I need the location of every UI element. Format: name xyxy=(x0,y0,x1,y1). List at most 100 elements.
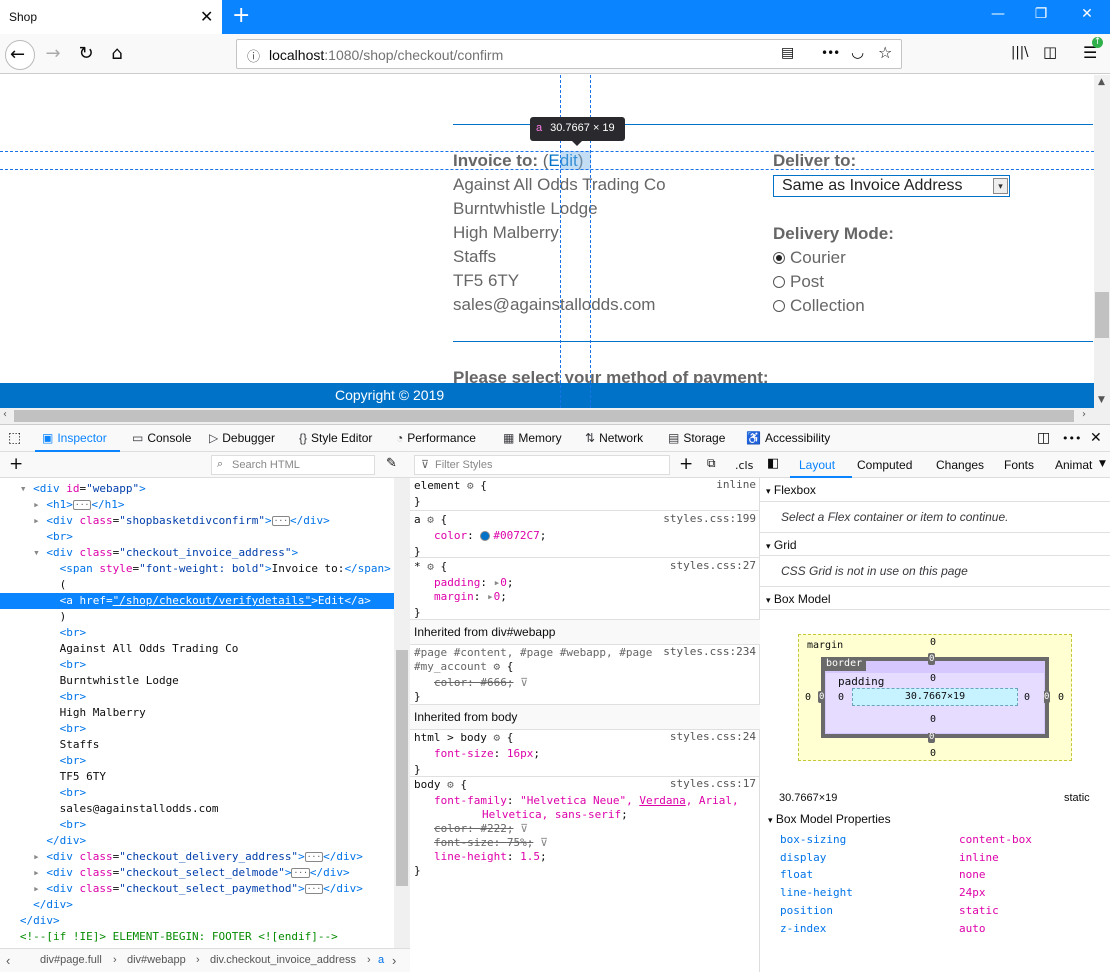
markup-line[interactable]: ▸ <div class="checkout_select_delmode"> ·… xyxy=(0,865,394,881)
toggle-sidebar-icon[interactable]: ◧ xyxy=(767,456,779,471)
page-vertical-scroll-thumb[interactable] xyxy=(1095,292,1109,338)
reader-view-icon[interactable]: ▤ xyxy=(781,45,794,61)
deliver-to-select[interactable]: Same as Invoice Address ▾ xyxy=(773,175,1010,197)
scroll-up-icon[interactable]: ▲ xyxy=(1098,77,1105,87)
add-rule-icon[interactable]: + xyxy=(679,454,693,474)
rule-declaration[interactable]: color: #0072C7; xyxy=(434,528,546,544)
back-button[interactable]: ← xyxy=(5,40,35,70)
markup-line[interactable]: TF5 6TY xyxy=(0,769,394,785)
tab-style-editor[interactable]: {} Style Editor xyxy=(299,431,372,445)
rule-declaration[interactable]: margin: ▸0; xyxy=(434,589,507,605)
cls-toggle[interactable]: .cls xyxy=(735,459,753,472)
radio-collection[interactable]: Collection xyxy=(773,294,973,318)
section-box-model[interactable]: ▾ Box Model xyxy=(760,586,1110,610)
page-horizontal-scroll-thumb[interactable] xyxy=(14,410,1074,422)
rule-selector[interactable]: * ⚙ { xyxy=(414,559,447,575)
rule-source[interactable]: styles.css:24 xyxy=(646,730,756,743)
tab-storage[interactable]: ▤ Storage xyxy=(668,431,725,445)
section-grid[interactable]: ▾ Grid xyxy=(760,532,1110,556)
tab-accessibility[interactable]: ♿ Accessibility xyxy=(746,431,830,445)
markup-line-selected[interactable]: <a href="/shop/checkout/verifydetails">E… xyxy=(0,593,394,609)
radio-button[interactable] xyxy=(773,300,785,312)
eyedropper-icon[interactable]: ✎ xyxy=(386,456,397,471)
filter-icon[interactable]: ⊽ xyxy=(520,676,528,689)
rule-source[interactable]: styles.css:17 xyxy=(646,777,756,790)
padding-left-value[interactable]: 0 xyxy=(838,692,844,703)
rule-source[interactable]: styles.css:27 xyxy=(646,559,756,572)
markup-line[interactable]: <br> xyxy=(0,753,394,769)
rule-declaration[interactable]: font-size: 16px; xyxy=(434,746,540,762)
markup-line[interactable]: Burntwhistle Lodge xyxy=(0,673,394,689)
markup-scroll-thumb[interactable] xyxy=(396,650,408,886)
rule-selector[interactable]: element ⚙ { xyxy=(414,478,487,494)
markup-line[interactable]: ▸ <div class="checkout_delivery_address"… xyxy=(0,849,394,865)
rule-source[interactable]: styles.css:234 xyxy=(646,645,756,658)
markup-line[interactable]: ) xyxy=(0,609,394,625)
tabs-overflow-icon[interactable]: ▼ xyxy=(1099,459,1106,469)
window-close-icon[interactable]: ✕ xyxy=(1077,6,1097,22)
tab-animations[interactable]: Animat xyxy=(1055,458,1092,472)
tab-close-icon[interactable]: ✕ xyxy=(200,7,213,26)
bm-prop-value[interactable]: inline xyxy=(959,851,999,864)
bm-prop-value[interactable]: content-box xyxy=(959,833,1032,846)
element-picker-icon[interactable]: ⬚ xyxy=(8,430,21,446)
section-flexbox[interactable]: ▾ Flexbox xyxy=(760,478,1110,502)
scroll-down-icon[interactable]: ▼ xyxy=(1098,395,1105,405)
radio-button[interactable] xyxy=(773,252,785,264)
rule-declaration[interactable]: color: #666; ⊽ xyxy=(434,675,528,691)
margin-left-value[interactable]: 0 xyxy=(805,692,811,703)
bm-prop-value[interactable]: none xyxy=(959,868,986,881)
scroll-left-icon[interactable]: ‹ xyxy=(3,409,7,420)
markup-line[interactable]: Against All Odds Trading Co xyxy=(0,641,394,657)
markup-line[interactable]: <span style="font-weight: bold">Invoice … xyxy=(0,561,394,577)
breadcrumb-item[interactable]: div#webapp xyxy=(127,954,186,966)
markup-line[interactable]: Staffs xyxy=(0,737,394,753)
tab-debugger[interactable]: ▷ Debugger xyxy=(209,431,275,445)
border-right-value[interactable]: 0 xyxy=(1043,691,1051,703)
markup-line[interactable]: </div> xyxy=(0,833,394,849)
breadcrumb-item-current[interactable]: a xyxy=(378,954,384,966)
restore-icon[interactable]: ❐ xyxy=(1031,6,1051,22)
bookmark-star-icon[interactable]: ☆ xyxy=(878,43,892,62)
padding-top-value[interactable]: 0 xyxy=(930,673,936,684)
filter-styles-input[interactable]: ⊽ Filter Styles xyxy=(414,455,670,475)
info-icon[interactable]: ⓘ xyxy=(247,46,260,65)
page-actions-icon[interactable]: ••• xyxy=(821,46,840,60)
markup-line[interactable]: <br> xyxy=(0,625,394,641)
url-bar[interactable]: ⓘ localhost:1080/shop/checkout/confirm ▤… xyxy=(236,39,902,69)
rule-source[interactable]: inline xyxy=(646,478,756,491)
border-left-value[interactable]: 0 xyxy=(818,691,826,703)
dock-icon[interactable]: ◫ xyxy=(1037,430,1050,446)
tab-performance[interactable]: ◔ Performance xyxy=(396,431,476,445)
markup-line[interactable]: ▸ <div class="shopbasketdivconfirm"> ··· <… xyxy=(0,513,394,529)
forward-icon[interactable]: → xyxy=(42,44,64,64)
library-icon[interactable]: |||\ xyxy=(1011,45,1029,60)
border-top-value[interactable]: 0 xyxy=(928,653,936,665)
bm-prop-value[interactable]: 24px xyxy=(959,886,986,899)
bm-prop-value[interactable]: auto xyxy=(959,922,986,935)
markup-line[interactable]: sales@againstallodds.com xyxy=(0,801,394,817)
markup-line[interactable]: ▾ <div class="checkout_invoice_address"> xyxy=(0,545,394,561)
filter-icon[interactable]: ⊽ xyxy=(520,822,528,835)
reload-icon[interactable]: ↻ xyxy=(75,44,97,64)
box-model-properties-toggle[interactable]: ▾ Box Model Properties xyxy=(768,812,891,826)
filter-icon[interactable]: ⊽ xyxy=(540,836,548,849)
color-swatch[interactable] xyxy=(480,531,491,541)
minimize-icon[interactable]: — xyxy=(988,6,1008,22)
sidebar-icon[interactable]: ◫ xyxy=(1043,43,1057,61)
tab-memory[interactable]: ▦ Memory xyxy=(503,431,562,445)
breadcrumb-forward-icon[interactable]: › xyxy=(392,953,396,968)
new-tab-icon[interactable]: + xyxy=(232,3,250,28)
radio-courier[interactable]: Courier xyxy=(773,246,973,270)
markup-line[interactable]: <br> xyxy=(0,785,394,801)
box-model-content[interactable]: 30.7667×19 xyxy=(852,688,1018,706)
markup-line[interactable]: <br> xyxy=(0,721,394,737)
markup-line[interactable]: ▸ <h1> ··· </h1> xyxy=(0,497,394,513)
markup-line[interactable]: <br> xyxy=(0,817,394,833)
markup-line[interactable]: </div> xyxy=(0,913,394,929)
padding-right-value[interactable]: 0 xyxy=(1024,692,1030,703)
browser-tab[interactable]: Shop ✕ xyxy=(0,0,222,34)
tab-inspector[interactable]: ▣ Inspector xyxy=(42,431,107,445)
page-vertical-scrollbar[interactable] xyxy=(1094,75,1110,408)
radio-post[interactable]: Post xyxy=(773,270,973,294)
